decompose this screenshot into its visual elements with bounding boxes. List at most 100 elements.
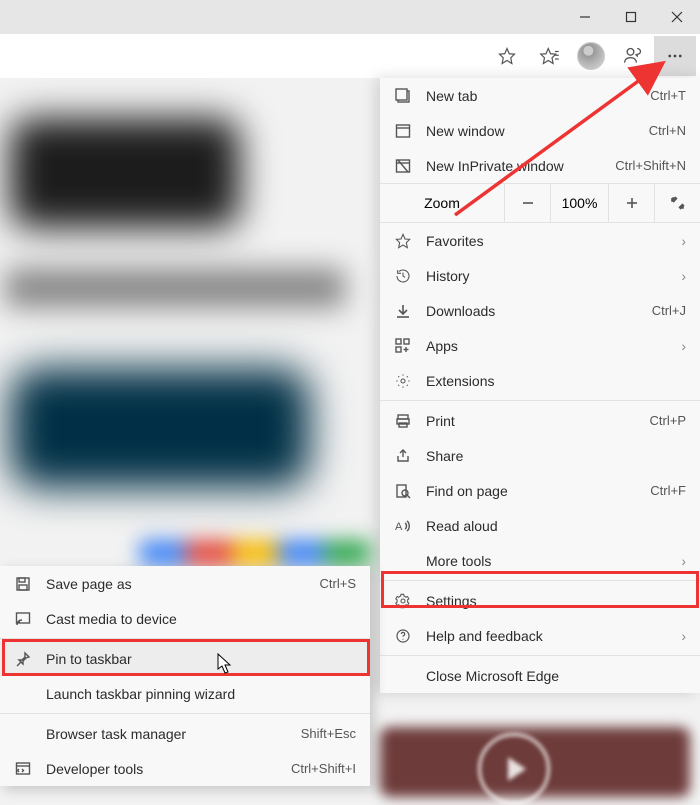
menu-item-label: Read aloud [426, 518, 686, 534]
inprivate-icon [394, 158, 412, 174]
menu-history[interactable]: History › [380, 258, 700, 293]
find-icon [394, 483, 412, 499]
submenu-item-label: Pin to taskbar [46, 651, 356, 667]
chevron-right-icon: › [681, 233, 686, 249]
menu-zoom-row: Zoom 100% [380, 183, 700, 223]
menu-item-shortcut: Ctrl+F [650, 483, 686, 498]
devtools-icon [14, 761, 32, 777]
favorites-bar-button[interactable] [528, 36, 570, 76]
submenu-item-shortcut: Shift+Esc [301, 726, 356, 741]
menu-help[interactable]: Help and feedback › [380, 618, 700, 653]
zoom-in-button[interactable] [608, 184, 654, 222]
browser-toolbar [0, 34, 700, 78]
menu-item-label: History [426, 268, 667, 284]
zoom-percent: 100% [550, 184, 608, 222]
menu-item-label: Extensions [426, 373, 686, 389]
zoom-out-button[interactable] [504, 184, 550, 222]
submenu-item-label: Save page as [46, 576, 306, 592]
menu-item-label: Print [426, 413, 636, 429]
favorite-star-button[interactable] [486, 36, 528, 76]
submenu-launch-pinning-wizard[interactable]: Launch taskbar pinning wizard [0, 676, 370, 711]
menu-item-label: Settings [426, 593, 686, 609]
menu-item-label: Downloads [426, 303, 638, 319]
chevron-right-icon: › [681, 553, 686, 569]
menu-separator [380, 580, 700, 581]
submenu-item-shortcut: Ctrl+S [320, 576, 356, 591]
menu-find[interactable]: Find on page Ctrl+F [380, 473, 700, 508]
window-maximize-button[interactable] [608, 0, 654, 34]
menu-settings[interactable]: Settings [380, 583, 700, 618]
menu-item-label: Apps [426, 338, 667, 354]
fullscreen-button[interactable] [654, 184, 700, 222]
menu-item-label: Close Microsoft Edge [426, 668, 686, 684]
submenu-item-shortcut: Ctrl+Shift+I [291, 761, 356, 776]
menu-item-shortcut: Ctrl+Shift+N [615, 158, 686, 173]
menu-item-label: Favorites [426, 233, 667, 249]
settings-icon [394, 593, 412, 609]
favorites-icon [394, 233, 412, 249]
menu-item-shortcut: Ctrl+T [650, 88, 686, 103]
menu-read-aloud[interactable]: A Read aloud [380, 508, 700, 543]
menu-share[interactable]: Share [380, 438, 700, 473]
menu-new-window[interactable]: New window Ctrl+N [380, 113, 700, 148]
menu-separator [380, 400, 700, 401]
menu-item-shortcut: Ctrl+J [652, 303, 686, 318]
window-close-button[interactable] [654, 0, 700, 34]
profile-avatar[interactable] [570, 36, 612, 76]
new-tab-icon [394, 88, 412, 104]
chevron-right-icon: › [681, 338, 686, 354]
help-icon [394, 628, 412, 644]
submenu-pin-taskbar[interactable]: Pin to taskbar [0, 641, 370, 676]
submenu-item-label: Developer tools [46, 761, 277, 777]
share-icon [394, 448, 412, 464]
menu-extensions[interactable]: Extensions [380, 363, 700, 398]
submenu-item-label: Cast media to device [46, 611, 356, 627]
submenu-cast[interactable]: Cast media to device [0, 601, 370, 636]
read-aloud-icon: A [394, 518, 412, 534]
menu-item-label: Find on page [426, 483, 636, 499]
save-icon [14, 576, 32, 592]
zoom-label: Zoom [380, 195, 504, 211]
menu-item-label: Share [426, 448, 686, 464]
print-icon [394, 413, 412, 429]
menu-item-shortcut: Ctrl+P [650, 413, 686, 428]
menu-favorites[interactable]: Favorites › [380, 223, 700, 258]
submenu-separator [0, 713, 370, 714]
svg-text:A: A [395, 521, 403, 533]
menu-item-label: New window [426, 123, 635, 139]
menu-item-shortcut: Ctrl+N [649, 123, 686, 138]
menu-item-label: More tools [426, 553, 667, 569]
settings-and-more-button[interactable] [654, 36, 696, 76]
menu-downloads[interactable]: Downloads Ctrl+J [380, 293, 700, 328]
menu-new-tab[interactable]: New tab Ctrl+T [380, 78, 700, 113]
menu-item-label: Help and feedback [426, 628, 667, 644]
submenu-item-label: Launch taskbar pinning wizard [46, 686, 356, 702]
downloads-icon [394, 303, 412, 319]
chevron-right-icon: › [681, 268, 686, 284]
cast-icon [14, 611, 32, 627]
settings-menu: New tab Ctrl+T New window Ctrl+N New InP… [380, 78, 700, 693]
chevron-right-icon: › [681, 628, 686, 644]
feedback-button[interactable] [612, 36, 654, 76]
more-tools-submenu: Save page as Ctrl+S Cast media to device… [0, 566, 370, 786]
menu-new-inprivate[interactable]: New InPrivate window Ctrl+Shift+N [380, 148, 700, 183]
menu-item-label: New tab [426, 88, 636, 104]
window-minimize-button[interactable] [562, 0, 608, 34]
submenu-task-manager[interactable]: Browser task manager Shift+Esc [0, 716, 370, 751]
history-icon [394, 268, 412, 284]
extensions-icon [394, 373, 412, 389]
new-window-icon [394, 123, 412, 139]
menu-apps[interactable]: Apps › [380, 328, 700, 363]
submenu-item-label: Browser task manager [46, 726, 287, 742]
menu-close-edge[interactable]: Close Microsoft Edge [380, 658, 700, 693]
window-titlebar [0, 0, 700, 34]
apps-icon [394, 338, 412, 354]
pin-icon [14, 651, 32, 667]
menu-print[interactable]: Print Ctrl+P [380, 403, 700, 438]
submenu-separator [0, 638, 370, 639]
menu-more-tools[interactable]: More tools › [380, 543, 700, 578]
menu-separator [380, 655, 700, 656]
menu-item-label: New InPrivate window [426, 158, 601, 174]
submenu-devtools[interactable]: Developer tools Ctrl+Shift+I [0, 751, 370, 786]
submenu-save-page[interactable]: Save page as Ctrl+S [0, 566, 370, 601]
